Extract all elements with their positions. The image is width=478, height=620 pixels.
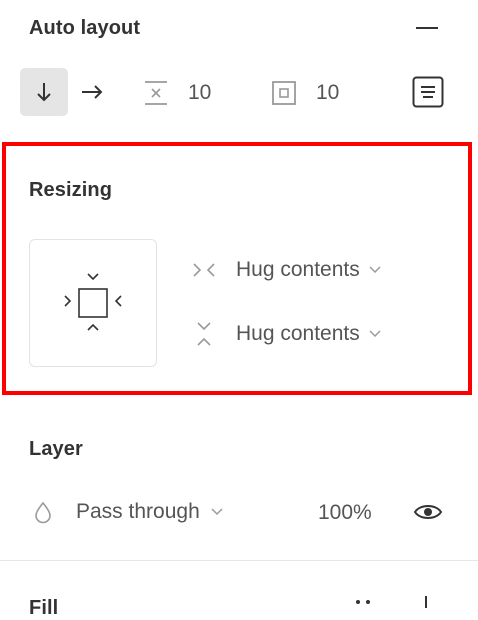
hug-horizontal-icon [193, 263, 215, 277]
blend-mode-value: Pass through [76, 500, 200, 523]
vertical-resizing-value: Hug contents [236, 322, 360, 345]
drop-icon [35, 501, 51, 524]
layer-opacity-value[interactable]: 100% [318, 501, 372, 525]
item-spacing-value[interactable]: 10 [188, 81, 211, 105]
resizing-title: Resizing [29, 179, 113, 201]
horizontal-resizing-dropdown[interactable]: Hug contents [190, 258, 382, 282]
plus-icon[interactable] [418, 596, 434, 608]
fill-title: Fill [29, 597, 59, 619]
auto-layout-title: Auto layout [29, 17, 141, 39]
chevron-down-icon [369, 266, 381, 274]
minus-icon[interactable] [415, 16, 439, 40]
arrow-right-icon [82, 85, 103, 99]
padding-icon [272, 81, 296, 105]
horizontal-resizing-value: Hug contents [236, 258, 360, 281]
chevron-down-icon [211, 508, 223, 516]
direction-horizontal-button[interactable] [68, 68, 116, 116]
eye-icon[interactable] [413, 500, 443, 524]
layer-title: Layer [29, 438, 83, 460]
item-spacing-icon [145, 81, 167, 105]
padding-value[interactable]: 10 [316, 81, 339, 105]
blend-mode-dropdown[interactable]: Pass through [33, 500, 224, 524]
direction-vertical-button[interactable] [20, 68, 68, 116]
vertical-resizing-dropdown[interactable]: Hug contents [190, 321, 382, 347]
hug-vertical-icon [197, 322, 211, 346]
chevron-down-icon [369, 330, 381, 338]
arrow-down-icon [37, 83, 51, 102]
alignment-icon[interactable] [412, 76, 444, 108]
hug-preview-icon [64, 273, 122, 331]
styles-icon[interactable] [352, 598, 376, 608]
section-divider [0, 560, 478, 561]
